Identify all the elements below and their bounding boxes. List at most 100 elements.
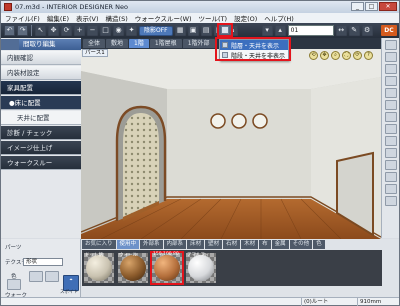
menu-tools[interactable]: ツール(T) bbox=[199, 13, 228, 23]
left-panel: 間取り編集 内観確認 内装材設定 家具配置 ●床に配置 天井に配置 診断 / チ… bbox=[1, 38, 81, 238]
mat-tab-other[interactable]: その他 bbox=[289, 240, 313, 249]
nav-diagnosis[interactable]: 診断 / チェック bbox=[1, 126, 81, 140]
nav-walkthrough[interactable]: ウォークスルー bbox=[1, 156, 81, 170]
shape-select[interactable]: 形状 bbox=[23, 258, 63, 266]
close-button[interactable]: ✕ bbox=[379, 2, 397, 11]
maximize-button[interactable]: □ bbox=[365, 2, 378, 11]
fit-view-icon[interactable]: □ bbox=[100, 25, 111, 36]
menu-file[interactable]: ファイル(F) bbox=[5, 13, 40, 23]
material-ball bbox=[188, 255, 214, 281]
mat-tab-wall[interactable]: 壁材 bbox=[205, 240, 223, 249]
menu-walkthrough[interactable]: ウォークスルー(W) bbox=[135, 13, 192, 23]
menu-edit[interactable]: 編集(E) bbox=[47, 13, 69, 23]
layer-visibility-button[interactable] bbox=[217, 23, 233, 37]
swatch-item[interactable]: アマルフィ bbox=[186, 253, 216, 283]
mat-tab-stone[interactable]: 石材 bbox=[223, 240, 241, 249]
save-icon[interactable]: ▣ bbox=[187, 25, 199, 36]
print-icon[interactable]: ▤ bbox=[200, 25, 212, 36]
tool-button-b[interactable] bbox=[45, 271, 59, 282]
orbit-icon[interactable]: ⟲ bbox=[309, 51, 318, 60]
zoom-icon[interactable]: ⌕ bbox=[331, 51, 340, 60]
pencil-icon[interactable]: ✎ bbox=[348, 25, 360, 36]
floor-up-icon[interactable]: ▴ bbox=[274, 25, 286, 36]
view-perspective-icon[interactable] bbox=[384, 76, 397, 86]
nav-interior-material[interactable]: 内装材設定 bbox=[1, 66, 81, 80]
floor-down-icon[interactable]: ▾ bbox=[261, 25, 273, 36]
view-side-icon[interactable] bbox=[384, 64, 397, 74]
mat-tab-color[interactable]: 色 bbox=[313, 240, 325, 249]
layer-icon[interactable] bbox=[384, 160, 397, 170]
tab-floor1-exterior[interactable]: 1階外部 bbox=[182, 39, 215, 48]
3d-viewport[interactable] bbox=[81, 49, 381, 239]
redo-icon[interactable]: ↷ bbox=[17, 25, 28, 36]
material-ball bbox=[86, 255, 112, 281]
minimize-button[interactable]: _ bbox=[351, 2, 364, 11]
swatch-name: 150,100,80 bbox=[153, 252, 179, 257]
menu-settings[interactable]: 設定(O) bbox=[234, 13, 257, 23]
light-settings-icon[interactable] bbox=[384, 88, 397, 98]
mode-tab[interactable]: 間取り編集 bbox=[1, 39, 81, 50]
tab-site[interactable]: 敷地 bbox=[106, 39, 129, 48]
swatch-item[interactable]: ウォール bbox=[118, 253, 148, 283]
nav-floor-place[interactable]: ●床に配置 bbox=[1, 96, 81, 110]
swatch-item-selected[interactable]: 150,100,80 bbox=[150, 251, 184, 285]
color-button[interactable] bbox=[7, 279, 21, 290]
grid-toggle-icon[interactable] bbox=[384, 148, 397, 158]
measure-icon[interactable]: ↔ bbox=[335, 25, 347, 36]
tool-button-a[interactable] bbox=[29, 271, 43, 282]
camera-icon[interactable]: ◉ bbox=[113, 25, 124, 36]
nav-furniture[interactable]: 家具配置 bbox=[1, 81, 81, 95]
dc-button[interactable]: DC bbox=[381, 25, 397, 36]
snap-icon[interactable] bbox=[384, 136, 397, 146]
help-icon[interactable]: ? bbox=[364, 51, 373, 60]
view-front-icon[interactable] bbox=[384, 40, 397, 50]
nav-ceiling-place[interactable]: 天井に配置 bbox=[1, 111, 81, 125]
select-icon[interactable]: ↖ bbox=[35, 25, 46, 36]
undo-icon[interactable]: ↶ bbox=[4, 25, 15, 36]
tab-all[interactable]: 全体 bbox=[83, 39, 106, 48]
zoom-in-icon[interactable]: + bbox=[74, 25, 85, 36]
settings-icon[interactable]: ⚙ bbox=[361, 25, 373, 36]
copy-icon[interactable] bbox=[384, 172, 397, 182]
shadow-icon[interactable] bbox=[384, 100, 397, 110]
mat-tab-exterior[interactable]: 外部系 bbox=[140, 240, 163, 249]
zoom-out-icon[interactable]: − bbox=[87, 25, 98, 36]
tab-floor1[interactable]: 1階 bbox=[129, 39, 149, 48]
mat-tab-in-use[interactable]: 使用中 bbox=[116, 240, 140, 249]
walk-icon[interactable]: ⛶ bbox=[342, 51, 351, 60]
visibility-dropdown-menu: 階層・天井を表示 階段・天井を非表示 bbox=[219, 39, 289, 61]
menu-structure[interactable]: 構造(S) bbox=[106, 13, 128, 23]
reset-icon[interactable]: ⟳ bbox=[353, 51, 362, 60]
swatch-item[interactable]: ドット柄 bbox=[84, 253, 114, 283]
bottom-panel: パーツ テクスチャ 形状 色 ウォーク ⌖ スポイト お気に入り 使用中 外部系… bbox=[1, 239, 399, 299]
properties-icon[interactable] bbox=[384, 196, 397, 206]
texture-icon[interactable] bbox=[384, 112, 397, 122]
menu-help[interactable]: ヘルプ(H) bbox=[264, 13, 293, 23]
tab-floor1-roof[interactable]: 1階屋根 bbox=[149, 39, 182, 48]
mat-tab-cloth[interactable]: 布 bbox=[259, 240, 271, 249]
mat-tab-metal[interactable]: 金属 bbox=[271, 240, 289, 249]
menu-item-show-ceiling[interactable]: 階層・天井を表示 bbox=[220, 40, 288, 50]
dimension-icon[interactable] bbox=[384, 124, 397, 134]
mat-tab-interior[interactable]: 内部系 bbox=[163, 240, 187, 249]
mat-tab-wood[interactable]: 木材 bbox=[241, 240, 259, 249]
swatch-name: ドット柄 bbox=[85, 253, 103, 258]
render-toggle-button[interactable]: 陰影OFF bbox=[139, 25, 173, 36]
menu-item-hide-ceiling[interactable]: 階段・天井を非表示 bbox=[220, 50, 288, 60]
menu-bar: ファイル(F) 編集(E) 表示(V) 構造(S) ウォークスルー(W) ツール… bbox=[1, 13, 399, 23]
layers-icon bbox=[221, 26, 229, 34]
nav-interior-check[interactable]: 内観確認 bbox=[1, 51, 81, 65]
mat-tab-favorites[interactable]: お気に入り bbox=[82, 240, 116, 249]
level-select[interactable]: 01 bbox=[287, 25, 334, 36]
light-icon[interactable]: ✦ bbox=[126, 25, 137, 36]
delete-icon[interactable] bbox=[384, 184, 397, 194]
move-icon[interactable]: ✥ bbox=[48, 25, 59, 36]
rotate-icon[interactable]: ⟳ bbox=[61, 25, 72, 36]
back-icon[interactable] bbox=[1, 39, 19, 50]
grid-icon[interactable]: ▦ bbox=[174, 25, 186, 36]
material-tabs: お気に入り 使用中 外部系 内部系 床材 壁材 石材 木材 布 金属 その他 色 bbox=[82, 240, 382, 249]
pan-icon[interactable]: ✥ bbox=[320, 51, 329, 60]
mat-tab-floor[interactable]: 床材 bbox=[187, 240, 205, 249]
menu-view[interactable]: 表示(V) bbox=[76, 13, 99, 23]
nav-image-finish[interactable]: イメージ仕上げ bbox=[1, 141, 81, 155]
